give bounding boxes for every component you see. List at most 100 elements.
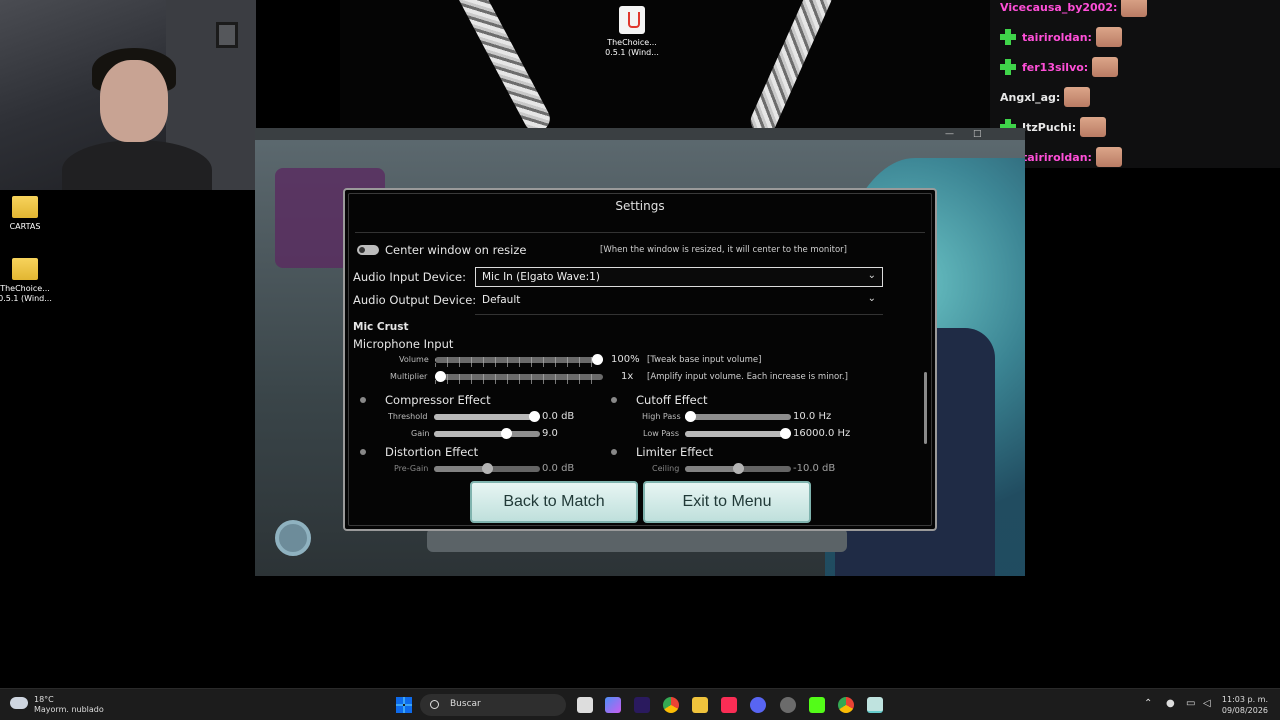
obs-icon[interactable]: [780, 697, 796, 713]
low-pass-slider-knob[interactable]: [780, 428, 791, 439]
music-icon[interactable]: [721, 697, 737, 713]
high-pass-slider[interactable]: [685, 411, 791, 422]
high-pass-value: 10.0 Hz: [793, 411, 832, 422]
weather-temp: 18°C: [34, 695, 54, 704]
chat-message: fer13silvo:: [1000, 56, 1119, 78]
distortion-bullet: [360, 449, 366, 455]
high-pass-slider-knob[interactable]: [685, 411, 696, 422]
emote-icon: [1095, 27, 1122, 47]
wallpaper-rope-left: [451, 0, 555, 128]
copilot-icon[interactable]: [605, 697, 621, 713]
settings-scroll-area[interactable]: Center window on resize [When the window…: [345, 234, 925, 474]
multiplier-hint: [Amplify input volume. Each increase is …: [647, 372, 848, 382]
taskbar-search[interactable]: Buscar: [420, 694, 566, 716]
volume-hint: [Tweak base input volume]: [647, 355, 762, 365]
kick-icon[interactable]: [809, 697, 825, 713]
gain-label: Gain: [411, 429, 430, 438]
maximize-icon[interactable]: □: [973, 129, 982, 139]
low-pass-slider[interactable]: [685, 428, 791, 439]
threshold-slider-knob[interactable]: [529, 411, 540, 422]
webcam-picture-frame: [216, 22, 238, 48]
desktop-icon-label: TheChoice... 0.5.1 (Wind...: [0, 284, 52, 303]
volume-slider[interactable]: [435, 354, 603, 367]
premiere-icon[interactable]: [634, 697, 650, 713]
clock-date: 09/08/2026: [1221, 706, 1268, 715]
center-window-hint: [When the window is resized, it will cen…: [600, 245, 847, 255]
audio-output-label: Audio Output Device:: [353, 293, 477, 307]
pre-gain-label: Pre-Gain: [394, 464, 429, 473]
ceiling-label: Ceiling: [652, 464, 680, 473]
low-pass-label: Low Pass: [643, 429, 679, 438]
game-bottom-bar: [427, 528, 847, 552]
volume-label: Volume: [399, 355, 429, 364]
game-app-icon[interactable]: [867, 697, 883, 713]
volume-value: 100%: [611, 354, 640, 365]
settings-scrollbar[interactable]: [924, 372, 927, 444]
network-icon[interactable]: ▭: [1186, 698, 1195, 709]
microphone-input-title: Microphone Input: [353, 337, 454, 351]
folder-icon: [12, 196, 38, 218]
multiplier-slider[interactable]: [435, 371, 603, 384]
chat-message: Vicecausa_by2002:: [1000, 0, 1148, 18]
minimize-icon[interactable]: —: [945, 129, 954, 139]
threshold-value: 0.0 dB: [542, 411, 575, 422]
weather-desc: Mayorm. nublado: [34, 705, 104, 714]
file-explorer-icon[interactable]: [692, 697, 708, 713]
gain-value: 9.0: [542, 428, 558, 439]
exit-to-menu-button[interactable]: Exit to Menu: [643, 481, 811, 523]
webcam-person-face: [100, 60, 168, 142]
taskbar: 18°C Mayorm. nublado Buscar ⌃ ● ▭ ◁ 11:0…: [0, 688, 1280, 720]
microphone-icon[interactable]: ●: [1166, 698, 1175, 709]
audio-input-label: Audio Input Device:: [353, 270, 466, 284]
ceiling-slider-fill: [685, 466, 738, 472]
limiter-bullet: [611, 449, 617, 455]
threshold-slider[interactable]: [434, 411, 540, 422]
audio-input-dropdown[interactable]: Mic In (Elgato Wave:1) ⌄: [475, 267, 883, 287]
emote-icon: [1095, 147, 1122, 167]
gain-slider-fill: [434, 431, 506, 437]
gain-slider-knob[interactable]: [501, 428, 512, 439]
desktop-icon-thechoice[interactable]: TheChoice... 0.5.1 (Wind...: [0, 258, 55, 304]
cutoff-bullet: [611, 397, 617, 403]
windows-start-icon[interactable]: [396, 697, 412, 713]
pre-gain-slider[interactable]: [434, 463, 540, 474]
ceiling-slider-knob[interactable]: [733, 463, 744, 474]
compressor-bullet: [360, 397, 366, 403]
distortion-title: Distortion Effect: [385, 445, 479, 459]
ceiling-value: -10.0 dB: [793, 463, 836, 474]
pre-gain-slider-knob[interactable]: [482, 463, 493, 474]
java-app-icon: [619, 6, 645, 34]
search-placeholder: Buscar: [450, 699, 481, 709]
multiplier-value: 1x: [621, 371, 634, 382]
tray-overflow-icon[interactable]: ⌃: [1144, 698, 1152, 709]
flower-icon: [275, 520, 311, 556]
task-view-icon[interactable]: [577, 697, 593, 713]
gain-slider[interactable]: [434, 428, 540, 439]
audio-output-dropdown[interactable]: Default ⌄: [475, 290, 883, 310]
volume-slider-knob[interactable]: [592, 354, 603, 365]
chrome-icon[interactable]: [663, 697, 679, 713]
folder-zip-icon: [12, 258, 38, 280]
threshold-label: Threshold: [388, 412, 428, 421]
chat-username: fer13silvo:: [1022, 60, 1089, 74]
weather-widget[interactable]: 18°C Mayorm. nublado: [10, 695, 104, 715]
multiplier-slider-knob[interactable]: [435, 371, 446, 382]
threshold-slider-fill: [434, 414, 534, 420]
chrome-profile-icon[interactable]: [838, 697, 854, 713]
clock-time: 11:03 p. m.: [1221, 695, 1268, 704]
limiter-title: Limiter Effect: [636, 445, 714, 459]
multiplier-label: Multiplier: [390, 372, 428, 381]
ceiling-slider[interactable]: [685, 463, 791, 474]
chevron-down-icon: ⌄: [867, 293, 876, 304]
settings-title-divider: [355, 232, 925, 233]
low-pass-value: 16000.0 Hz: [793, 428, 851, 439]
volume-icon[interactable]: ◁: [1203, 698, 1211, 709]
discord-icon[interactable]: [750, 697, 766, 713]
taskbar-clock[interactable]: 11:03 p. m. 09/08/2026: [1222, 694, 1268, 716]
center-window-toggle[interactable]: [357, 245, 379, 255]
back-to-match-button[interactable]: Back to Match: [470, 481, 638, 523]
desktop-icon-thechoice-top[interactable]: TheChoice... 0.5.1 (Wind...: [602, 6, 662, 58]
desktop-icon-cartas[interactable]: CARTAS: [0, 196, 55, 232]
chat-message: Angxl_ag:: [1000, 86, 1091, 108]
chat-username: tairiroldan:: [1022, 150, 1092, 164]
